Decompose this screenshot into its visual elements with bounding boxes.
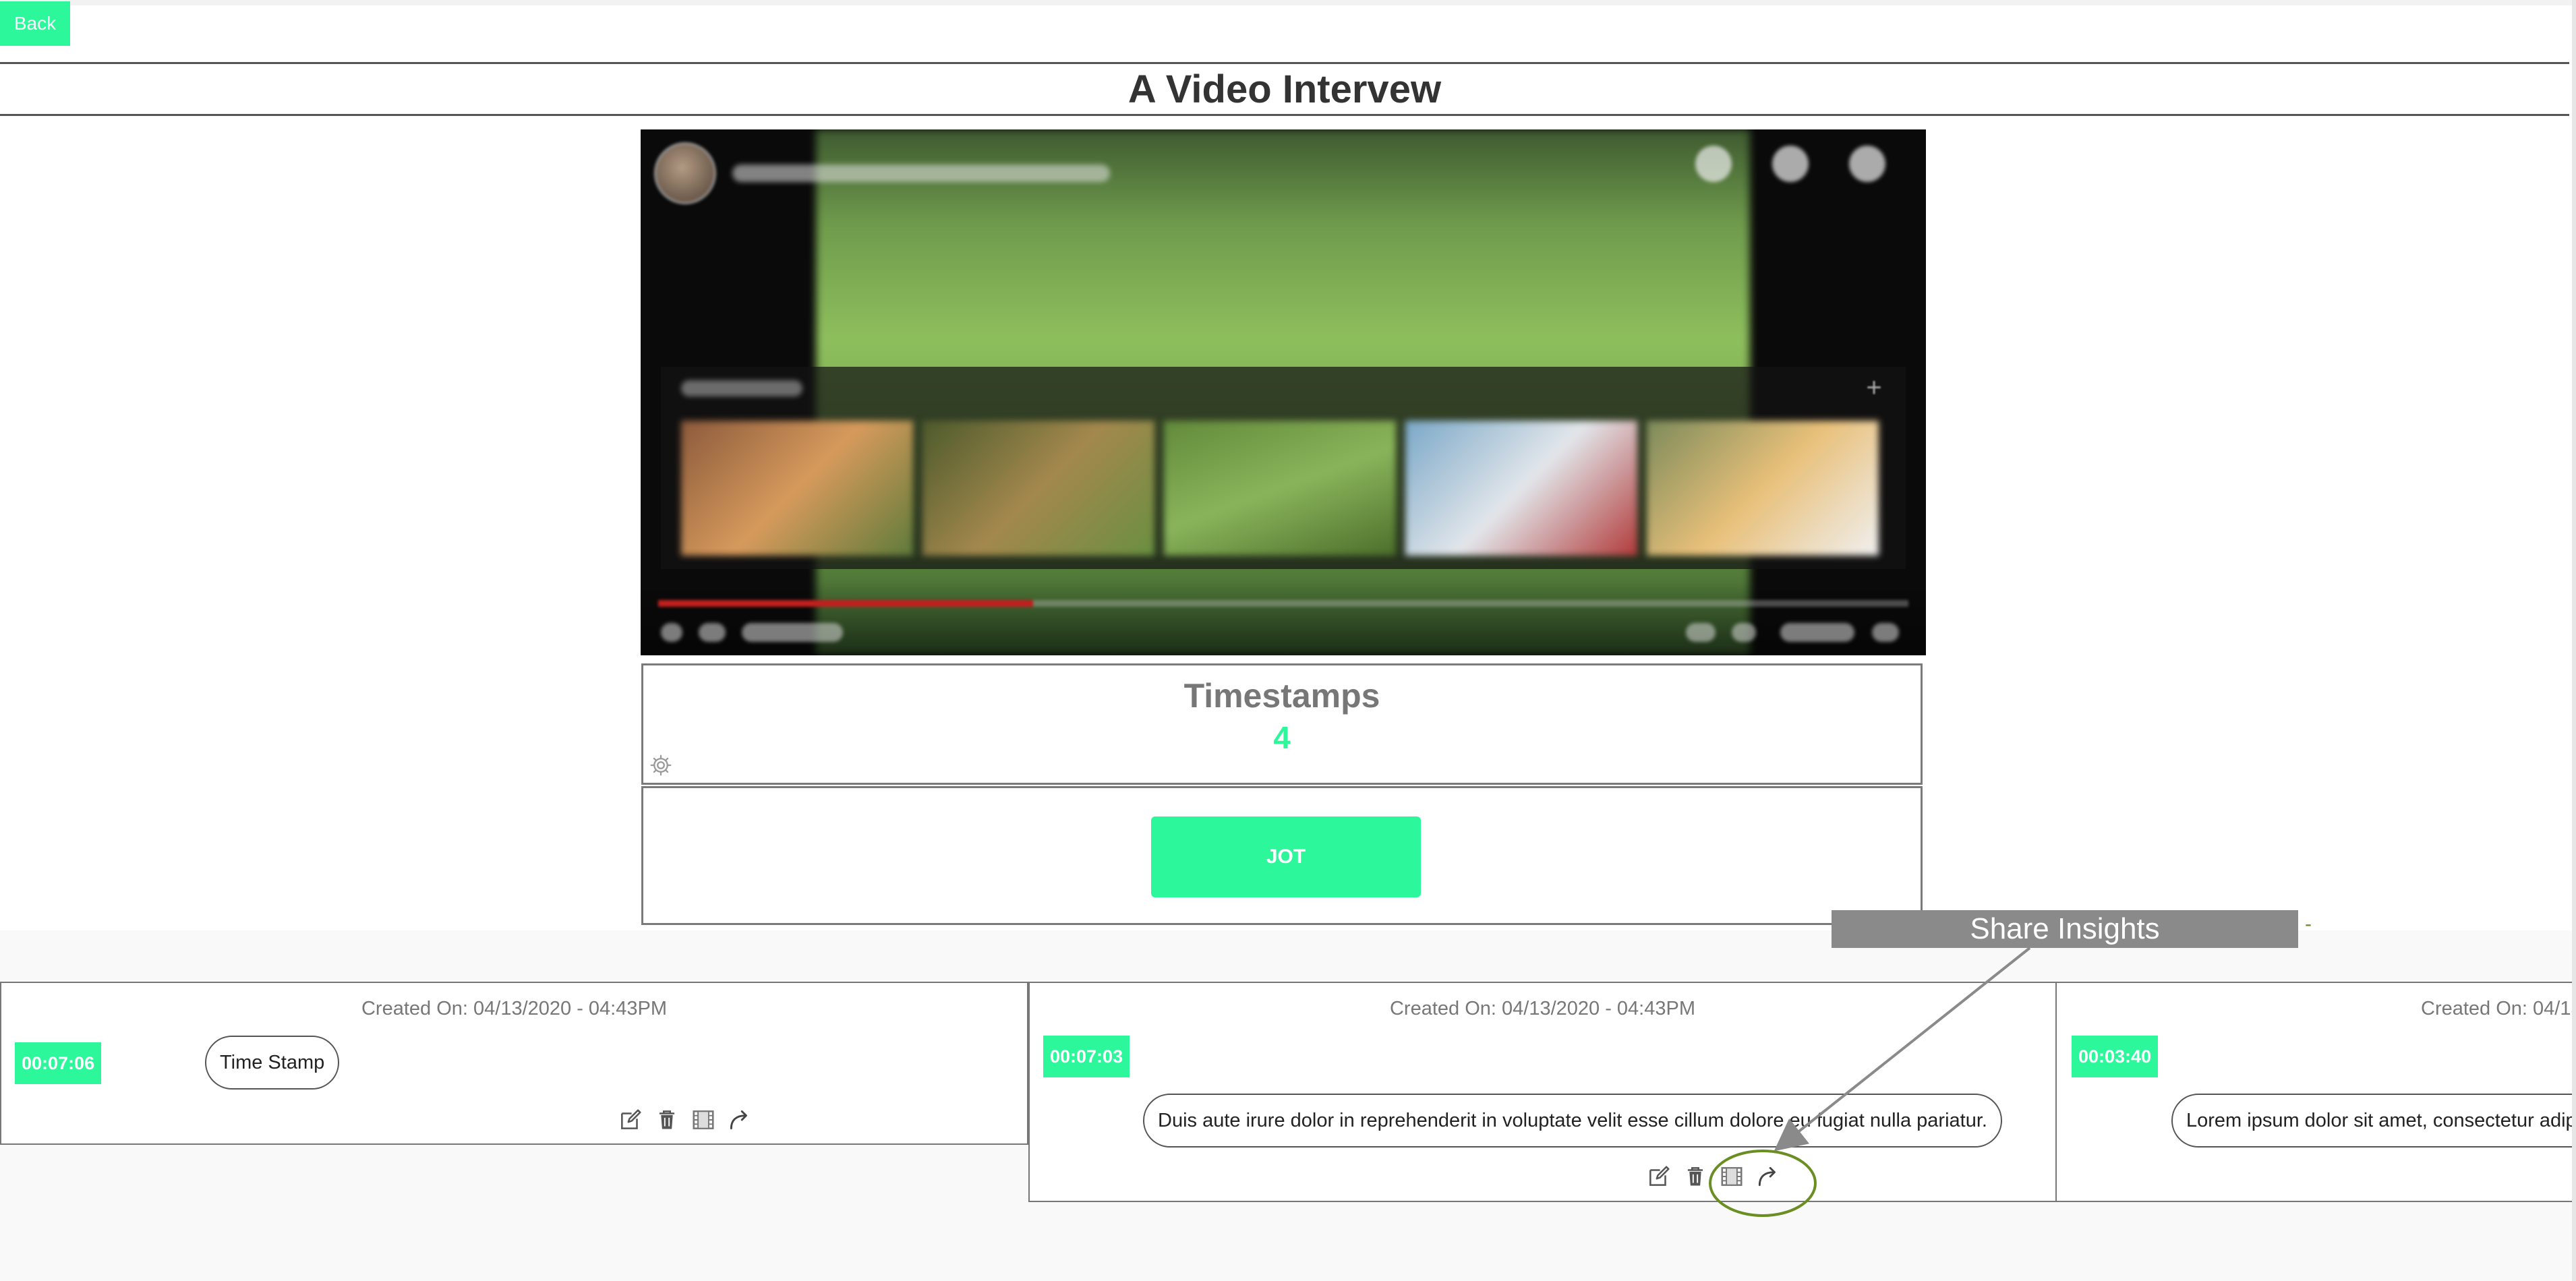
title-bar: A Video Intervew [0, 62, 2569, 116]
jot-panel: JOT [641, 786, 1923, 925]
info-icon[interactable] [1849, 146, 1885, 182]
trash-icon[interactable] [1682, 1164, 1708, 1189]
note-timestamp-badge[interactable]: 00:07:03 [1043, 1036, 1130, 1077]
note-card: Created On: 04/13/2020 - 04:43PM 00:07:0… [0, 982, 1028, 1145]
video-progress-fill [658, 600, 1034, 607]
edit-icon[interactable] [618, 1107, 643, 1133]
channel-avatar[interactable] [654, 142, 716, 204]
captions-icon[interactable] [1686, 623, 1716, 642]
time-readout-blurred [742, 623, 843, 642]
video-title-blurred [732, 165, 1110, 182]
video-thumbnail[interactable] [923, 421, 1154, 556]
share-icon[interactable] [727, 1107, 753, 1133]
more-videos-label-blurred [681, 380, 802, 396]
note-created-on: Created On: 04/13/2020 - 04:43PM [2421, 998, 2576, 1019]
note-text: Duis aute irure dolor in reprehenderit i… [1143, 1094, 2002, 1148]
video-thumbnail[interactable] [681, 421, 913, 556]
video-settings-icon[interactable] [1732, 623, 1756, 642]
play-icon[interactable] [661, 623, 682, 642]
youtube-logo-icon[interactable] [1780, 623, 1854, 642]
settings-icon[interactable] [649, 753, 673, 777]
edit-icon[interactable] [1646, 1164, 1672, 1189]
note-text: Lorem ipsum dolor sit amet, consectetur … [2171, 1094, 2576, 1148]
note-card: Created On: 04/13/2020 - 04:43PM 00:03:4… [2055, 982, 2576, 1202]
scrollbar[interactable] [2572, 0, 2576, 1281]
video-player[interactable]: + [641, 129, 1926, 655]
video-thumbnail[interactable] [1647, 421, 1879, 556]
watch-later-icon[interactable] [1695, 146, 1732, 182]
note-created-on: Created On: 04/13/2020 - 04:43PM [361, 998, 667, 1019]
note-timestamp-badge[interactable]: 00:07:06 [15, 1042, 102, 1084]
plus-icon[interactable]: + [1863, 374, 1885, 401]
note-text: Time Stamp [205, 1036, 340, 1090]
timestamps-label: Timestamps [1183, 677, 1380, 715]
video-thumbnail[interactable] [1164, 421, 1396, 556]
back-button[interactable]: Back [0, 1, 70, 46]
fullscreen-icon[interactable] [1872, 623, 1899, 642]
share-video-icon[interactable] [1772, 146, 1809, 182]
note-actions [618, 1107, 753, 1133]
annotation-dash: - [2305, 913, 2312, 935]
video-clip-icon[interactable] [691, 1107, 716, 1133]
note-created-on: Created On: 04/13/2020 - 04:43PM [1389, 998, 1695, 1019]
video-thumbnails [681, 421, 1879, 556]
timestamps-panel: Timestamps 4 [641, 663, 1923, 785]
jot-button[interactable]: JOT [1151, 816, 1421, 897]
note-card: Created On: 04/13/2020 - 04:43PM 00:07:0… [1028, 982, 2057, 1202]
video-controls [641, 581, 1926, 655]
trash-icon[interactable] [654, 1107, 680, 1133]
video-thumbnail[interactable] [1405, 421, 1637, 556]
volume-icon[interactable] [699, 623, 726, 642]
video-clip-icon[interactable] [1719, 1164, 1745, 1189]
share-insights-annotation: Share Insights [1832, 910, 2298, 948]
share-icon[interactable] [1755, 1164, 1781, 1189]
video-progress-bar[interactable] [658, 600, 1908, 607]
timestamps-count: 4 [1273, 720, 1291, 755]
video-top-actions [1695, 146, 1885, 182]
page-title: A Video Intervew [1128, 67, 1442, 111]
video-header [654, 142, 1110, 204]
note-actions [1646, 1164, 1781, 1189]
top-strip [0, 0, 2576, 5]
more-videos-panel: + [661, 367, 1906, 569]
page: Back A Video Intervew + Timestamps 4 JOT… [0, 0, 2576, 1281]
note-timestamp-badge[interactable]: 00:03:40 [2072, 1036, 2159, 1077]
